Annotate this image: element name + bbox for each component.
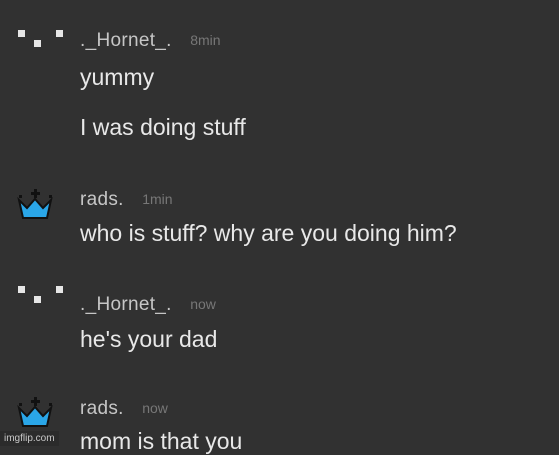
message-text: he's your dad	[80, 326, 218, 352]
username[interactable]: rads.	[80, 398, 124, 419]
username[interactable]: rads.	[80, 189, 124, 210]
avatar[interactable]	[16, 394, 66, 430]
message-header: ._Hornet_. now	[80, 294, 216, 316]
username[interactable]: ._Hornet_.	[80, 30, 172, 51]
message-text: mom is that you	[80, 428, 243, 454]
timestamp: now	[142, 400, 168, 416]
message-header: rads. now	[80, 398, 168, 420]
crown-icon	[17, 397, 53, 427]
message-text: who is stuff? why are you doing him?	[80, 220, 457, 246]
username[interactable]: ._Hornet_.	[80, 294, 172, 315]
avatar[interactable]	[16, 284, 66, 320]
timestamp: 8min	[190, 32, 221, 48]
pixel-dots-icon	[18, 286, 63, 303]
avatar[interactable]	[16, 186, 66, 222]
avatar[interactable]	[16, 28, 66, 64]
message-text: yummy	[80, 64, 155, 90]
message-text: I was doing stuff	[80, 114, 246, 140]
message-header: ._Hornet_. 8min	[80, 30, 221, 52]
chat-log: ._Hornet_. 8min yummy I was doing stuff …	[0, 0, 559, 454]
timestamp: now	[190, 296, 216, 312]
crown-icon	[17, 189, 53, 219]
pixel-dots-icon	[18, 30, 63, 47]
message-header: rads. 1min	[80, 189, 173, 211]
timestamp: 1min	[142, 191, 173, 207]
watermark: imgflip.com	[0, 431, 59, 446]
